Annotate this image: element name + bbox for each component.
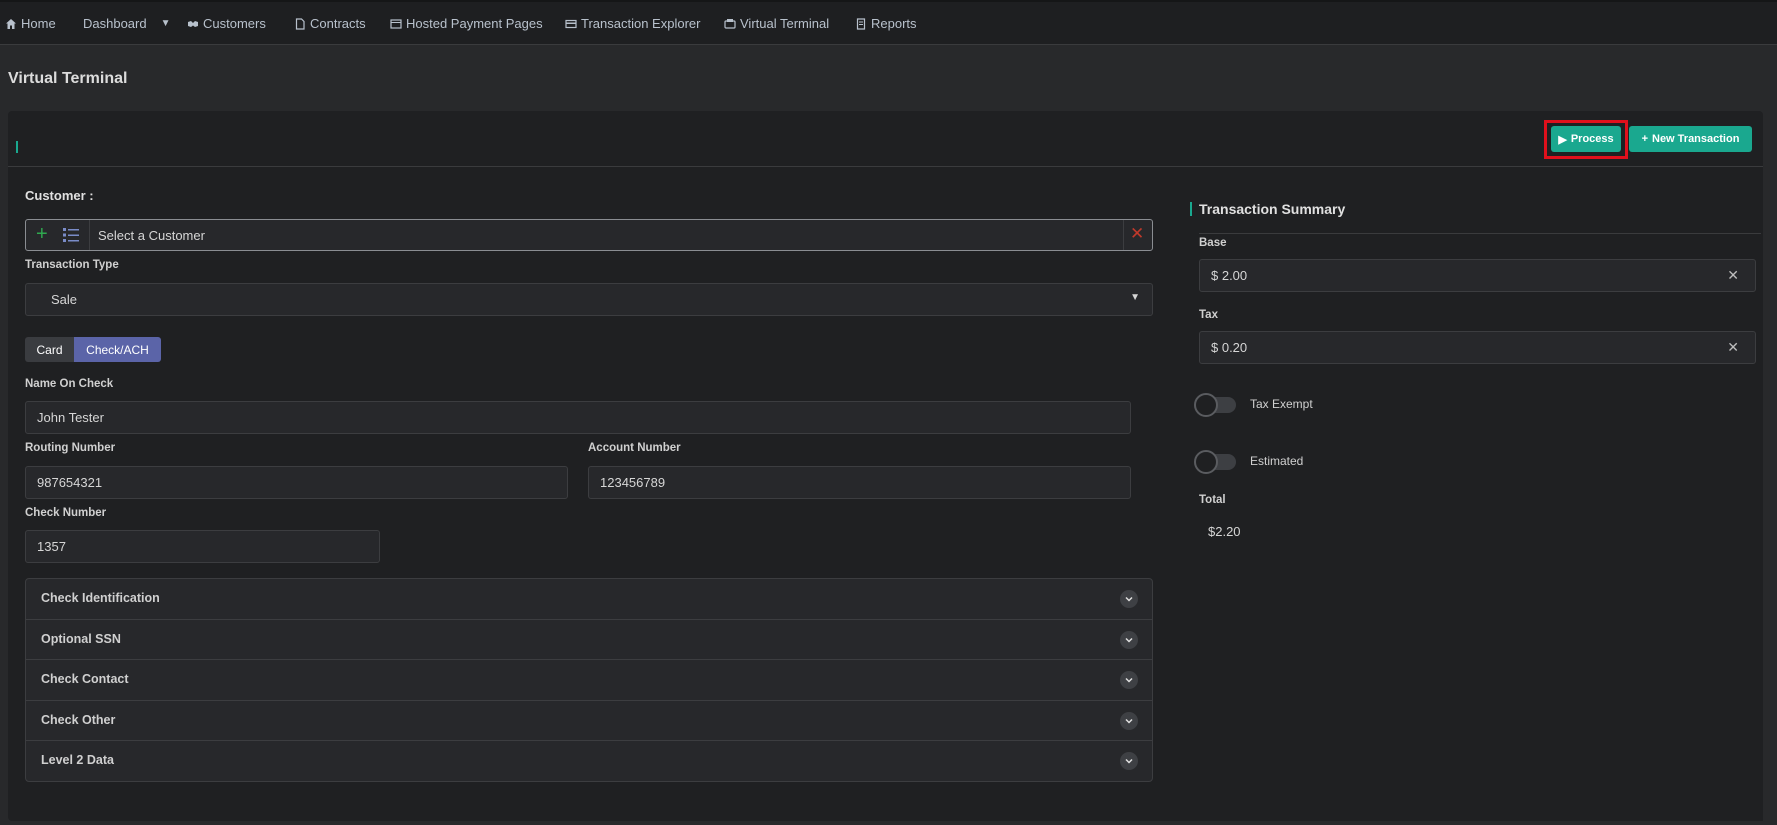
total-value: $2.20 bbox=[1208, 524, 1241, 539]
nav-dashboard-label: Dashboard bbox=[83, 16, 147, 31]
nav-home-label: Home bbox=[21, 16, 56, 31]
tab-card[interactable]: Card bbox=[25, 337, 74, 362]
nav-hosted-payment-pages[interactable]: Hosted Payment Pages bbox=[390, 16, 543, 31]
accordion-item-check-other[interactable]: Check Other bbox=[26, 701, 1152, 741]
nav-hosted-payment-pages-label: Hosted Payment Pages bbox=[406, 16, 543, 31]
home-icon bbox=[6, 18, 16, 29]
process-button-label: Process bbox=[1570, 133, 1614, 145]
estimated-toggle[interactable] bbox=[1194, 450, 1236, 474]
card-icon bbox=[565, 19, 577, 28]
divider bbox=[1123, 220, 1124, 250]
report-icon bbox=[856, 17, 866, 30]
total-label: Total bbox=[1199, 494, 1226, 506]
customer-label: Customer : bbox=[25, 188, 94, 203]
nav-virtual-terminal[interactable]: Virtual Terminal bbox=[724, 16, 829, 31]
top-nav: Home Dashboard ▼ Customers Contracts Hos… bbox=[0, 0, 1777, 45]
check-details-accordion: Check Identification Optional SSN Check … bbox=[25, 578, 1153, 782]
accordion-title: Check Contact bbox=[41, 672, 129, 686]
account-number-label: Account Number bbox=[588, 442, 681, 454]
account-number-input[interactable]: 123456789 bbox=[588, 466, 1131, 499]
file-icon bbox=[295, 17, 305, 30]
base-label: Base bbox=[1199, 237, 1227, 249]
terminal-icon bbox=[724, 18, 736, 29]
routing-number-input[interactable]: 987654321 bbox=[25, 466, 568, 499]
nav-contracts[interactable]: Contracts bbox=[294, 16, 366, 31]
nav-reports-label: Reports bbox=[871, 16, 917, 31]
card-header: ▶ Process + New Transaction bbox=[8, 111, 1763, 167]
routing-number-value: 987654321 bbox=[37, 475, 103, 490]
customer-selector[interactable]: + Select a Customer ✕ bbox=[25, 219, 1153, 251]
routing-number-label: Routing Number bbox=[25, 442, 116, 454]
name-on-check-input[interactable]: John Tester bbox=[25, 401, 1131, 434]
toggle-knob bbox=[1194, 450, 1218, 474]
accordion-title: Level 2 Data bbox=[41, 753, 114, 767]
base-amount-value: $ 2.00 bbox=[1211, 268, 1248, 283]
nav-customers[interactable]: Customers bbox=[187, 16, 266, 31]
toggle-knob bbox=[1194, 393, 1218, 417]
name-on-check-label: Name On Check bbox=[25, 378, 114, 390]
clear-customer-icon[interactable]: ✕ bbox=[1130, 224, 1144, 244]
estimated-label: Estimated bbox=[1250, 454, 1304, 468]
nav-virtual-terminal-label: Virtual Terminal bbox=[740, 16, 830, 31]
check-number-label: Check Number bbox=[25, 507, 107, 519]
tax-label: Tax bbox=[1199, 309, 1218, 321]
chevron-down-icon[interactable] bbox=[1120, 630, 1138, 649]
account-number-value: 123456789 bbox=[600, 475, 666, 490]
nav-transaction-explorer[interactable]: Transaction Explorer bbox=[565, 16, 700, 31]
dropdown-arrow-icon: ▼ bbox=[1130, 292, 1140, 303]
check-number-value: 1357 bbox=[37, 539, 66, 554]
nav-contracts-label: Contracts bbox=[310, 16, 366, 31]
tax-amount-value: $ 0.20 bbox=[1211, 340, 1248, 355]
plus-icon: + bbox=[1641, 133, 1648, 145]
tax-amount-input[interactable]: $ 0.20 ✕ bbox=[1199, 331, 1756, 364]
nav-reports[interactable]: Reports bbox=[855, 16, 917, 31]
nav-customers-label: Customers bbox=[203, 16, 266, 31]
add-customer-icon[interactable]: + bbox=[36, 224, 48, 244]
process-button[interactable]: ▶ Process bbox=[1551, 126, 1621, 152]
chevron-down-icon[interactable] bbox=[1120, 590, 1138, 608]
clear-tax-icon[interactable]: ✕ bbox=[1727, 339, 1739, 356]
transaction-type-value: Sale bbox=[51, 292, 78, 307]
caret-down-icon: ▼ bbox=[160, 18, 171, 29]
chevron-down-icon[interactable] bbox=[1120, 671, 1138, 689]
summary-title: Transaction Summary bbox=[1199, 201, 1346, 217]
name-on-check-value: John Tester bbox=[37, 410, 104, 425]
new-transaction-label: New Transaction bbox=[1652, 133, 1740, 145]
play-icon: ▶ bbox=[1558, 133, 1567, 146]
chevron-down-icon[interactable] bbox=[1120, 752, 1138, 770]
page-title: Virtual Terminal bbox=[8, 70, 128, 87]
accordion-item-level-2-data[interactable]: Level 2 Data bbox=[26, 741, 1152, 782]
accordion-item-check-identification[interactable]: Check Identification bbox=[26, 579, 1152, 620]
check-number-input[interactable]: 1357 bbox=[25, 530, 380, 563]
customer-list-icon[interactable] bbox=[62, 227, 80, 243]
divider bbox=[89, 220, 90, 250]
new-transaction-button[interactable]: + New Transaction bbox=[1629, 126, 1752, 152]
nav-dashboard[interactable]: Dashboard ▼ bbox=[83, 16, 171, 31]
base-amount-input[interactable]: $ 2.00 ✕ bbox=[1199, 259, 1756, 292]
tab-check-ach[interactable]: Check/ACH bbox=[74, 337, 161, 362]
handshake-icon bbox=[188, 20, 198, 27]
accordion-title: Check Identification bbox=[41, 591, 160, 605]
summary-accent bbox=[1190, 202, 1192, 216]
accordion-title: Optional SSN bbox=[41, 631, 121, 646]
transaction-type-select[interactable]: Sale ▼ bbox=[25, 283, 1153, 316]
tax-exempt-label: Tax Exempt bbox=[1250, 397, 1313, 411]
header-accent bbox=[16, 141, 18, 153]
accordion-item-optional-ssn[interactable]: Optional SSN bbox=[26, 620, 1152, 660]
accordion-item-check-contact[interactable]: Check Contact bbox=[26, 660, 1152, 701]
nav-transaction-explorer-label: Transaction Explorer bbox=[581, 16, 701, 31]
chevron-down-icon[interactable] bbox=[1120, 711, 1138, 730]
accordion-title: Check Other bbox=[41, 712, 116, 727]
transaction-type-label: Transaction Type bbox=[25, 259, 119, 271]
divider bbox=[1199, 233, 1761, 234]
tax-exempt-toggle[interactable] bbox=[1194, 393, 1236, 417]
customer-select-text[interactable]: Select a Customer bbox=[98, 228, 205, 243]
page-icon bbox=[390, 18, 402, 29]
clear-base-icon[interactable]: ✕ bbox=[1727, 267, 1739, 284]
nav-home[interactable]: Home bbox=[5, 16, 56, 31]
